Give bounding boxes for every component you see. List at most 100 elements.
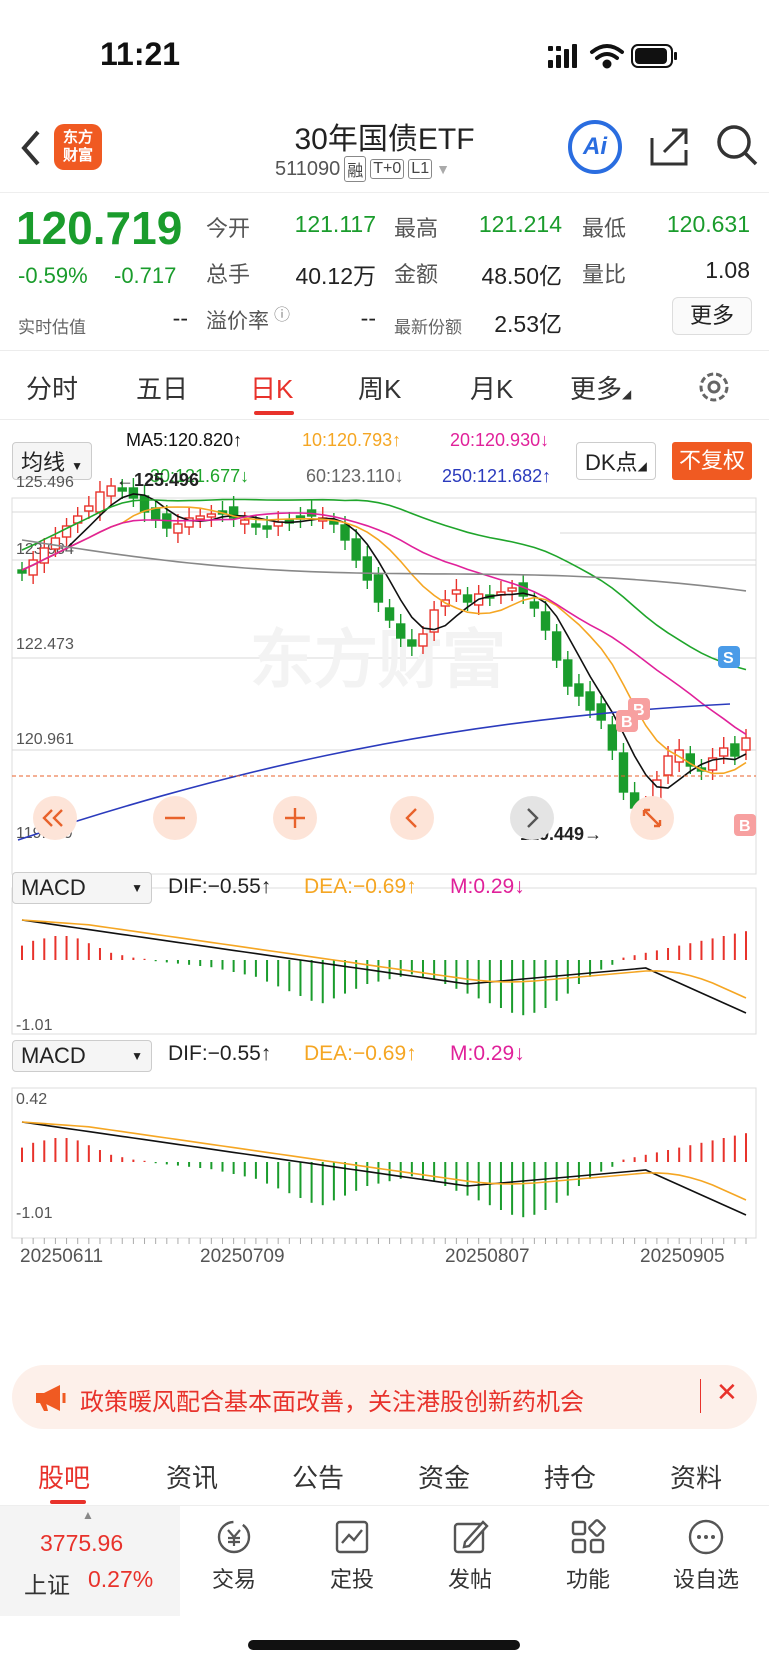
m-label: M:0.29↓	[450, 875, 525, 898]
header: 东方 财富 30年国债ETF 511090 融 T+0 L1 ▼ Ai	[0, 110, 769, 192]
amount-label: 金额	[394, 262, 439, 287]
scroll-right-button	[510, 796, 554, 840]
macd-select-2[interactable]: MACD ▼	[12, 1040, 152, 1072]
high-marker: ←125.496	[116, 470, 199, 490]
tab-more[interactable]: 更多◢	[570, 369, 631, 406]
settings-gear-icon[interactable]	[696, 369, 732, 405]
index-value: 3775.96	[40, 1530, 124, 1556]
macd-tick: -1.01	[16, 1205, 53, 1222]
add-watchlist-button[interactable]: 设自选	[666, 1518, 746, 1594]
change-percent: -0.59%	[18, 263, 88, 288]
dea-label: DEA:−0.69↑	[304, 875, 417, 898]
dif-label: DIF:−0.55↑	[168, 875, 272, 898]
active-tab-indicator	[50, 1500, 86, 1504]
macd-tick: 0.42	[16, 1091, 47, 1108]
tab-announcements[interactable]: 公告	[292, 1458, 344, 1495]
tag-level: L1	[408, 159, 433, 179]
dif-label: DIF:−0.55↑	[168, 1042, 272, 1065]
macd-tick: -1.01	[16, 1017, 53, 1034]
open-value: 121.117	[294, 211, 376, 237]
macd-select-label: MACD	[21, 875, 86, 900]
info-icon[interactable]: ⓘ	[274, 301, 290, 325]
x-tick: 20250905	[640, 1246, 725, 1267]
tab-profile[interactable]: 资料	[670, 1458, 722, 1495]
functions-label: 功能	[565, 1567, 610, 1592]
grid-icon	[571, 1519, 606, 1554]
volume-value: 40.12万	[295, 263, 376, 289]
y-tick: 120.961	[16, 731, 74, 748]
security-subtitle: 511090 融 T+0 L1 ▼	[275, 156, 450, 182]
amount-value: 48.50亿	[481, 263, 562, 289]
active-tab-indicator	[254, 411, 294, 415]
ai-button[interactable]: Ai	[568, 120, 622, 174]
tab-more-label: 更多	[570, 374, 623, 404]
macd-select-1[interactable]: MACD ▼	[12, 872, 152, 904]
edit-icon	[453, 1520, 489, 1554]
tab-holdings[interactable]: 持仓	[544, 1458, 596, 1495]
shares-label: 最新份额	[394, 318, 462, 337]
x-tick: 20250611	[20, 1246, 103, 1267]
bottom-toolbar: ▲ 3775.96 上证 0.27% 交易 定投 发帖 功能 设自选	[0, 1506, 769, 1616]
content-tabs: 股吧 资讯 公告 资金 持仓 资料	[0, 1442, 769, 1506]
premium-label: 溢价率	[206, 310, 269, 333]
banner-text: 政策暖风配合基本面改善，关注港股创新药机会	[80, 1389, 584, 1416]
watermark: 东方财富	[250, 624, 506, 696]
news-banner[interactable]: 政策暖风配合基本面改善，关注港股创新药机会 ✕	[12, 1365, 757, 1429]
m-label: M:0.29↓	[450, 1042, 525, 1065]
change-value: -0.717	[114, 263, 177, 288]
tab-daily-k[interactable]: 日K	[250, 369, 293, 406]
high-value: 121.214	[478, 211, 562, 237]
security-code: 511090	[275, 157, 341, 180]
yuan-exchange-icon	[217, 1520, 251, 1554]
signal-icon	[548, 44, 577, 68]
more-icon	[688, 1519, 724, 1555]
tab-five-day[interactable]: 五日	[136, 369, 188, 406]
trade-label: 交易	[211, 1567, 256, 1592]
sell-marker-label: S	[723, 650, 734, 667]
low-label: 最低	[582, 216, 627, 241]
index-ticker[interactable]: ▲ 3775.96 上证 0.27%	[0, 1506, 180, 1616]
kline-chart-area: 均线 ▼ MA5:120.820↑ 10:120.793↑ 20:120.930…	[0, 420, 769, 1350]
y-tick: 125.496	[16, 474, 74, 491]
volume-label: 总手	[206, 262, 251, 287]
caret-down-icon[interactable]: ▼	[436, 161, 450, 177]
tab-forum[interactable]: 股吧	[38, 1458, 90, 1495]
add-watchlist-label: 设自选	[672, 1567, 739, 1592]
tag-t0: T+0	[370, 159, 405, 179]
post-label: 发帖	[447, 1567, 492, 1592]
clock: 11:21	[100, 36, 181, 72]
macd-panel-1-frame	[11, 887, 757, 1035]
wifi-icon	[590, 44, 624, 69]
invest-plan-label: 定投	[329, 1567, 374, 1592]
iopv-label: 实时估值	[18, 318, 86, 337]
post-button[interactable]: 发帖	[430, 1518, 510, 1594]
ratio-value: 1.08	[705, 257, 750, 283]
divider	[700, 1379, 701, 1413]
caret-up-icon: ▲	[82, 1508, 94, 1522]
invest-plan-button[interactable]: 定投	[312, 1518, 392, 1594]
period-tabs: 分时 五日 日K 周K 月K 更多◢	[0, 350, 769, 420]
tab-monthly-k[interactable]: 月K	[470, 369, 513, 406]
share-icon[interactable]	[648, 124, 692, 168]
x-tick: 20250709	[200, 1246, 285, 1267]
more-button[interactable]: 更多	[672, 297, 752, 335]
trade-button[interactable]: 交易	[194, 1518, 274, 1594]
iopv-value: --	[172, 305, 188, 331]
status-bar: 11:21	[0, 0, 769, 110]
status-icons	[548, 44, 677, 69]
tab-news[interactable]: 资讯	[166, 1458, 218, 1495]
tab-funds[interactable]: 资金	[418, 1458, 470, 1495]
chart-up-icon	[335, 1520, 369, 1554]
premium-value: --	[360, 305, 376, 331]
battery-icon	[631, 44, 677, 68]
home-indicator	[248, 1640, 520, 1650]
functions-button[interactable]: 功能	[548, 1518, 628, 1594]
date-axis-labels: 20250611 20250709 20250807 20250905	[20, 1246, 725, 1267]
search-icon[interactable]	[714, 122, 760, 172]
tab-intraday[interactable]: 分时	[26, 369, 78, 406]
quote-panel: 120.719 -0.59% -0.717 今开 121.117 最高 121.…	[0, 192, 769, 347]
close-icon[interactable]: ✕	[716, 1377, 738, 1408]
tab-weekly-k[interactable]: 周K	[358, 369, 401, 406]
y-tick: 122.473	[16, 636, 74, 653]
tag-margin: 融	[344, 156, 367, 182]
